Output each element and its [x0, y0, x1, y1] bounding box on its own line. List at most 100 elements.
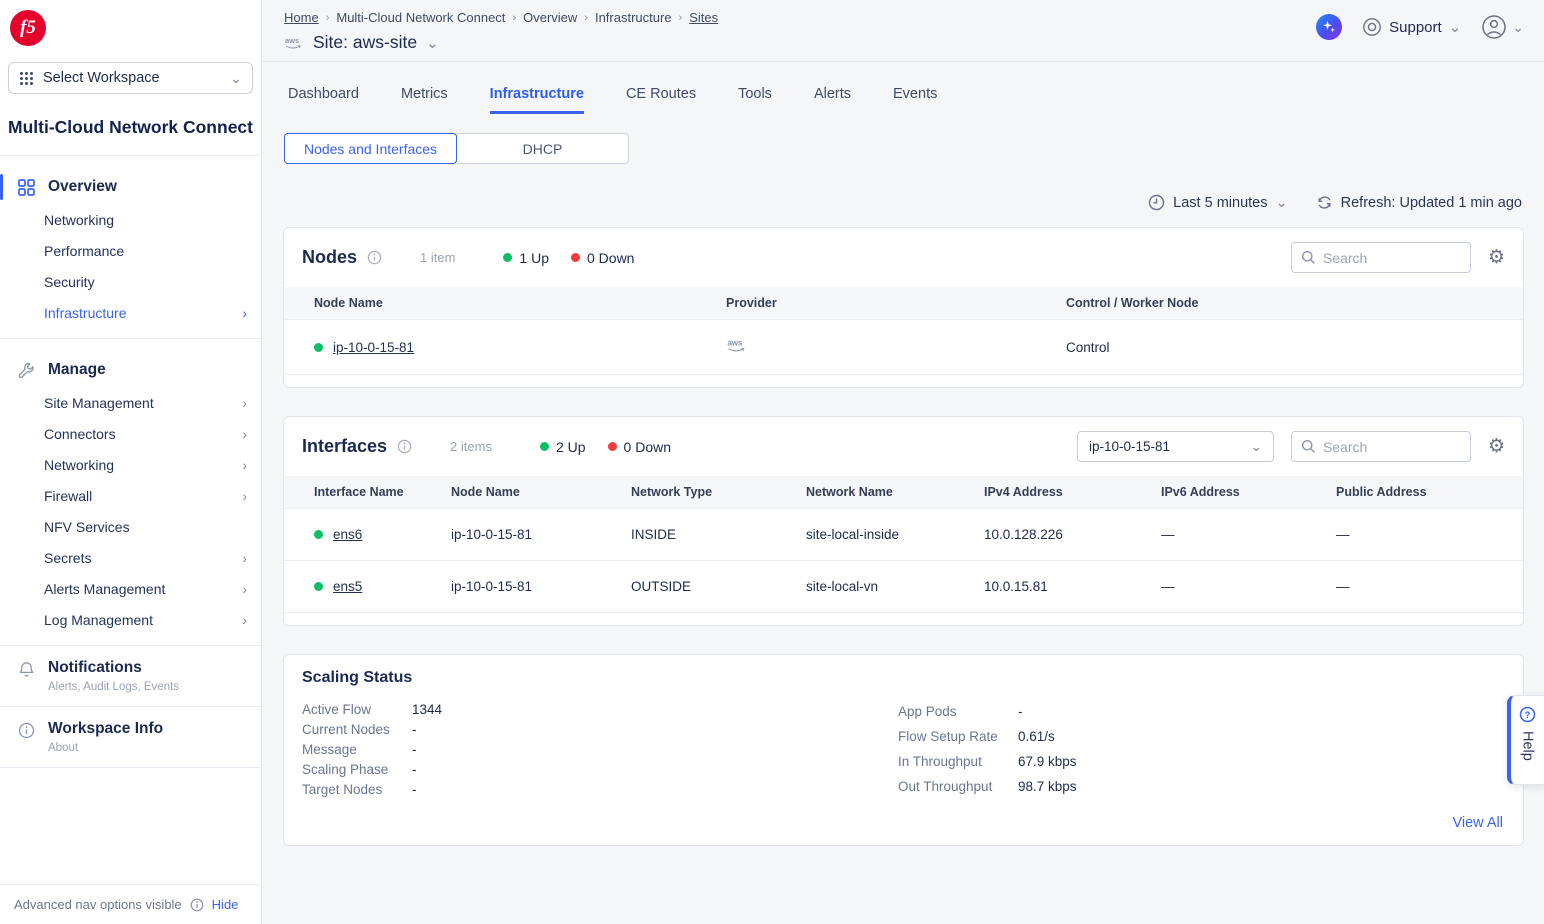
- sidebar-item-site-management[interactable]: Site Management ›: [0, 387, 261, 418]
- breadcrumb-sites[interactable]: Sites: [689, 10, 718, 25]
- sidebar-workspace-info[interactable]: Workspace Info About: [0, 707, 261, 768]
- svg-text:?: ?: [1525, 710, 1531, 721]
- metric-value: -: [412, 782, 417, 797]
- chevron-right-icon: ›: [326, 12, 330, 24]
- interfaces-search-input[interactable]: [1323, 439, 1461, 455]
- refresh-control[interactable]: Refresh: Updated 1 min ago: [1316, 194, 1522, 211]
- gear-icon[interactable]: ⚙: [1488, 437, 1505, 456]
- interface-name-link[interactable]: ens5: [333, 579, 362, 594]
- sidebar-notifications[interactable]: Notifications Alerts, Audit Logs, Events: [0, 646, 261, 707]
- ai-assistant-button[interactable]: [1316, 14, 1342, 40]
- column-header[interactable]: IPv4 Address: [974, 476, 1151, 509]
- breadcrumb-overview[interactable]: Overview: [523, 10, 577, 25]
- breadcrumb-mcnc[interactable]: Multi-Cloud Network Connect: [336, 10, 505, 25]
- metric-label: Current Nodes: [302, 722, 412, 737]
- view-all-link[interactable]: View All: [1452, 815, 1503, 831]
- cell-node-name: ip-10-0-15-81: [441, 509, 621, 561]
- cell-ipv4: 10.0.128.226: [974, 509, 1151, 561]
- sidebar-item-performance[interactable]: Performance: [0, 235, 261, 266]
- tab-alerts[interactable]: Alerts: [814, 86, 851, 114]
- column-header[interactable]: Control / Worker Node: [1056, 287, 1523, 320]
- sidebar-item-label: Site Management: [44, 395, 154, 411]
- column-header[interactable]: Network Name: [796, 476, 974, 509]
- column-header[interactable]: Network Type: [621, 476, 796, 509]
- tab-dashboard[interactable]: Dashboard: [288, 86, 359, 114]
- gear-icon[interactable]: ⚙: [1488, 248, 1505, 267]
- overview-grid-icon: [18, 179, 35, 196]
- breadcrumb-infrastructure[interactable]: Infrastructure: [595, 10, 672, 25]
- info-icon[interactable]: [367, 250, 382, 265]
- info-icon[interactable]: [397, 439, 412, 454]
- refresh-icon: [1316, 194, 1333, 211]
- workspace-selector[interactable]: Select Workspace ⌄: [8, 62, 253, 94]
- interfaces-down-label: 0 Down: [624, 439, 671, 455]
- hide-nav-link[interactable]: Hide: [212, 897, 239, 912]
- cell-ipv6: —: [1151, 509, 1326, 561]
- metric-target-nodes: Target Nodes -: [302, 779, 898, 799]
- metric-value: 0.61/s: [1018, 729, 1055, 744]
- sidebar-item-security[interactable]: Security: [0, 266, 261, 297]
- column-header[interactable]: Provider: [716, 287, 1056, 320]
- sidebar-item-label: Firewall: [44, 488, 92, 504]
- tab-tools[interactable]: Tools: [738, 86, 772, 114]
- sub-tabs: Nodes and Interfaces DHCP: [262, 114, 1544, 164]
- metric-label: Target Nodes: [302, 782, 412, 797]
- metric-active-flow: Active Flow 1344: [302, 699, 898, 719]
- metric-message: Message -: [302, 739, 898, 759]
- column-header[interactable]: IPv6 Address: [1151, 476, 1326, 509]
- sidebar-item-secrets[interactable]: Secrets ›: [0, 542, 261, 573]
- sidebar-item-nfv-services[interactable]: NFV Services: [0, 511, 261, 542]
- tab-events[interactable]: Events: [893, 86, 937, 114]
- time-controls: Last 5 minutes ⌄ Refresh: Updated 1 min …: [262, 164, 1544, 211]
- f5-logo-icon[interactable]: f5: [10, 10, 46, 46]
- sidebar-section-manage[interactable]: Manage: [0, 353, 261, 387]
- nodes-search-input[interactable]: [1323, 250, 1461, 266]
- sidebar-item-infrastructure[interactable]: Infrastructure ›: [0, 297, 261, 328]
- down-status-dot: [571, 253, 580, 262]
- sidebar-item-networking[interactable]: Networking: [0, 204, 261, 235]
- column-header[interactable]: Public Address: [1326, 476, 1523, 509]
- sidebar-item-label: NFV Services: [44, 519, 130, 535]
- interface-status-dot: [314, 530, 323, 539]
- chevron-down-icon: ⌄: [1449, 18, 1462, 36]
- nodes-up-label: 1 Up: [519, 250, 549, 266]
- tab-infrastructure[interactable]: Infrastructure: [490, 86, 584, 114]
- tab-metrics[interactable]: Metrics: [401, 86, 448, 114]
- node-name-link[interactable]: ip-10-0-15-81: [333, 340, 414, 355]
- breadcrumb: Home › Multi-Cloud Network Connect › Ove…: [284, 8, 718, 25]
- sidebar-item-label: Security: [44, 274, 95, 290]
- sidebar-item-firewall[interactable]: Firewall ›: [0, 480, 261, 511]
- table-row: ens6 ip-10-0-15-81 INSIDE site-local-ins…: [284, 509, 1523, 561]
- metric-value: -: [412, 742, 417, 757]
- chevron-down-icon[interactable]: ⌄: [426, 34, 439, 52]
- node-filter-select[interactable]: ip-10-0-15-81 ⌄: [1077, 431, 1274, 462]
- time-range-selector[interactable]: Last 5 minutes ⌄: [1148, 194, 1287, 211]
- breadcrumb-home[interactable]: Home: [284, 10, 319, 25]
- column-header[interactable]: Node Name: [284, 287, 716, 320]
- interface-name-link[interactable]: ens6: [333, 527, 362, 542]
- subtab-dhcp[interactable]: DHCP: [456, 133, 629, 164]
- user-menu[interactable]: ⌄: [1481, 14, 1524, 40]
- metric-in-throughput: In Throughput 67.9 kbps: [898, 749, 1077, 774]
- sidebar-item-alerts-management[interactable]: Alerts Management ›: [0, 573, 261, 604]
- interfaces-up-label: 2 Up: [556, 439, 586, 455]
- notifications-subtitle: Alerts, Audit Logs, Events: [48, 681, 179, 693]
- sidebar-item-log-management[interactable]: Log Management ›: [0, 604, 261, 635]
- tab-ce-routes[interactable]: CE Routes: [626, 86, 696, 114]
- help-tab[interactable]: ? Help: [1507, 695, 1544, 785]
- nodes-search[interactable]: [1291, 242, 1471, 273]
- sidebar-item-networking-manage[interactable]: Networking ›: [0, 449, 261, 480]
- sidebar-item-connectors[interactable]: Connectors ›: [0, 418, 261, 449]
- down-status-dot: [608, 442, 617, 451]
- subtab-nodes-and-interfaces[interactable]: Nodes and Interfaces: [284, 133, 457, 164]
- column-header[interactable]: Node Name: [441, 476, 621, 509]
- support-menu[interactable]: Support ⌄: [1362, 17, 1461, 37]
- metric-value: -: [412, 722, 417, 737]
- nodes-count: 1 item: [420, 250, 455, 265]
- sidebar-section-overview[interactable]: Overview: [0, 170, 261, 204]
- column-header[interactable]: Interface Name: [284, 476, 441, 509]
- refresh-label: Refresh: Updated 1 min ago: [1341, 195, 1522, 211]
- site-title: Site: aws-site: [313, 32, 417, 53]
- interfaces-search[interactable]: [1291, 431, 1471, 462]
- metric-value: -: [1018, 704, 1023, 719]
